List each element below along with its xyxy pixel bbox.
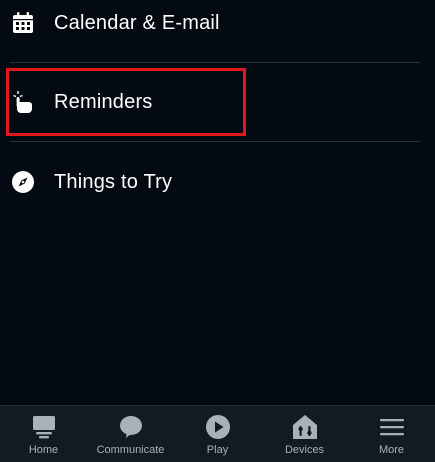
menu-item-reminders[interactable]: Reminders: [0, 73, 435, 131]
menu-icon: [378, 414, 406, 440]
divider: [10, 62, 420, 63]
divider: [10, 141, 420, 142]
nav-item-label: Play: [206, 444, 229, 456]
nav-item-communicate[interactable]: Communicate: [87, 406, 174, 462]
play-icon: [204, 414, 232, 440]
bottom-nav: Home Communicate Play Devices More: [0, 405, 435, 462]
menu-item-label: Things to Try: [54, 170, 173, 193]
calendar-icon: [11, 11, 35, 35]
reminder-hand-icon: [11, 90, 35, 114]
nav-item-more[interactable]: More: [348, 406, 435, 462]
nav-item-label: Devices: [284, 444, 325, 456]
devices-icon: [291, 414, 319, 440]
menu-item-label: Calendar & E-mail: [54, 11, 220, 34]
compass-icon: [11, 170, 35, 194]
nav-item-play[interactable]: Play: [174, 406, 261, 462]
menu-item-calendar-email[interactable]: Calendar & E-mail: [0, 0, 435, 52]
alexa-more-menu-screen: Calendar & E-mail Reminders Things to Tr…: [0, 0, 435, 462]
home-icon: [30, 414, 58, 440]
menu-item-label: Reminders: [54, 90, 153, 113]
nav-item-label: Home: [28, 444, 59, 456]
nav-item-home[interactable]: Home: [0, 406, 87, 462]
nav-item-devices[interactable]: Devices: [261, 406, 348, 462]
menu-item-things-to-try[interactable]: Things to Try: [0, 153, 435, 211]
nav-item-label: More: [378, 444, 405, 456]
nav-item-label: Communicate: [96, 444, 165, 456]
chat-bubble-icon: [117, 414, 145, 440]
